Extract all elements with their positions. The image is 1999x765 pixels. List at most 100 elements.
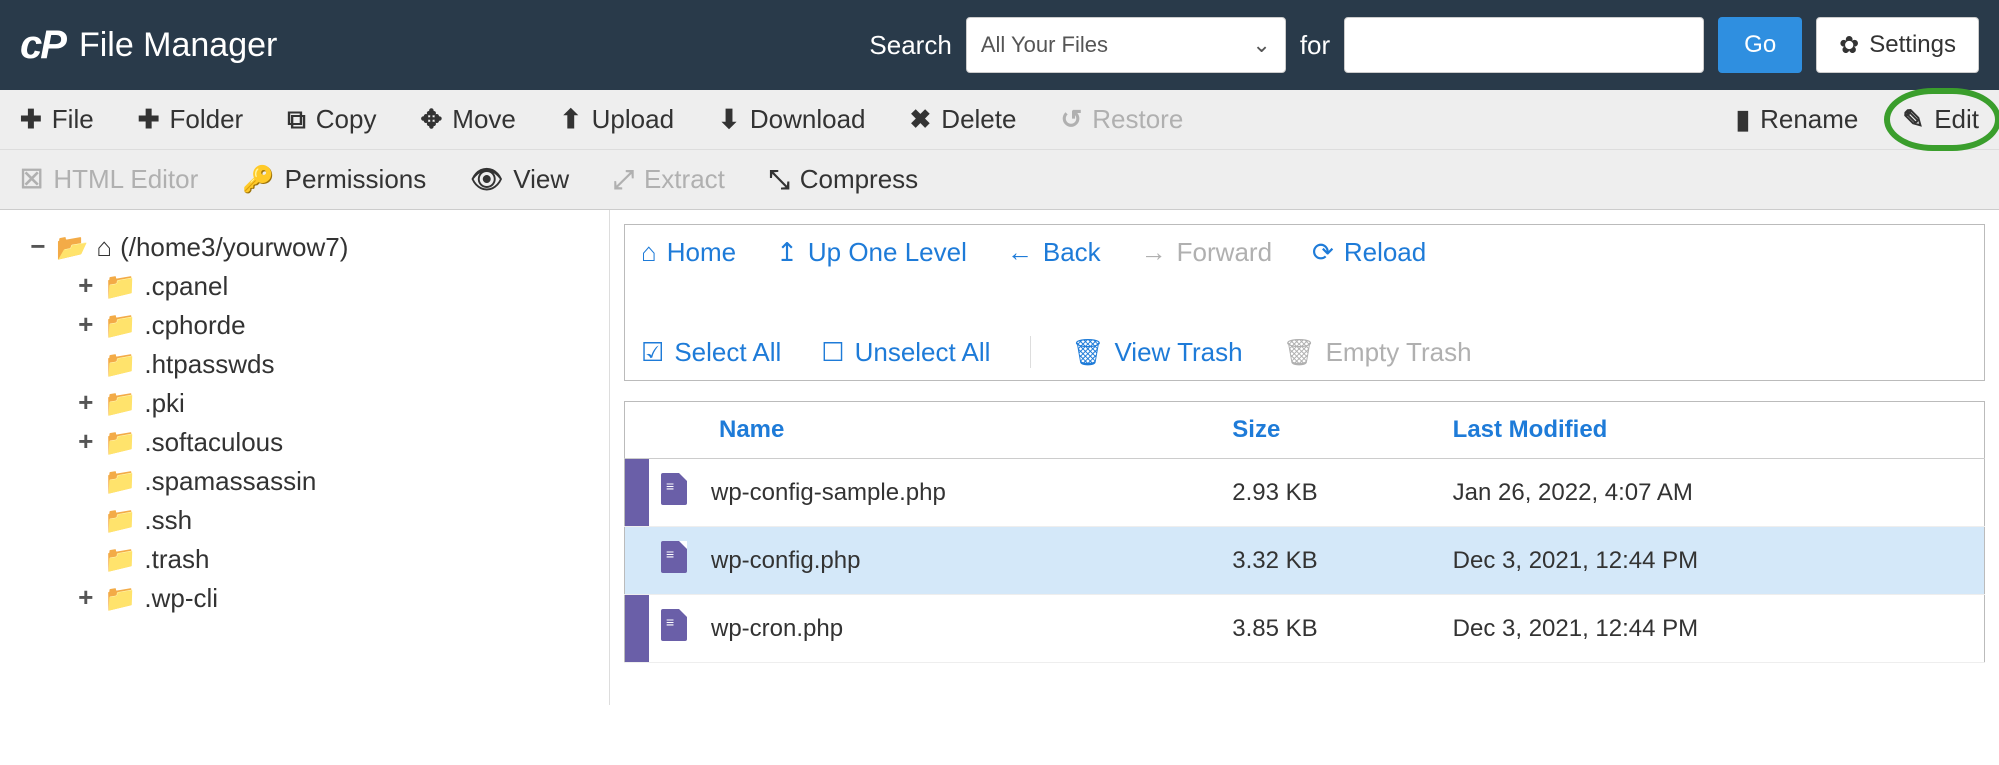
view-trash-button[interactable]: 🗑View Trash <box>1071 336 1242 368</box>
file-type-icon <box>649 595 699 663</box>
reload-button[interactable]: ⟳Reload <box>1312 237 1426 268</box>
upload-icon: ⬆ <box>560 104 582 135</box>
row-indicator <box>625 595 650 663</box>
table-row[interactable]: wp-config-sample.php2.93 KBJan 26, 2022,… <box>625 459 1985 527</box>
delete-button[interactable]: ✖Delete <box>908 100 1019 139</box>
extract-icon: ⤢ <box>613 164 634 196</box>
tree-item[interactable]: +📁.cpanel <box>78 267 599 306</box>
home-icon: ⌂ <box>96 232 112 263</box>
settings-button[interactable]: ✿ Settings <box>1816 17 1979 73</box>
expand-icon[interactable]: + <box>78 389 96 419</box>
edit-button[interactable]: ✎Edit <box>1900 100 1981 139</box>
cpanel-icon: cP <box>20 23 65 68</box>
search-label: Search <box>869 30 951 61</box>
select-all-button[interactable]: ☑Select All <box>641 336 781 368</box>
tree-item[interactable]: 📁 .htpasswds <box>78 345 599 384</box>
gear-icon: ✿ <box>1839 31 1859 60</box>
up-one-level-button[interactable]: ↥Up One Level <box>776 237 967 268</box>
new-folder-button[interactable]: ✚Folder <box>136 100 246 139</box>
file-size-cell: 3.32 KB <box>1220 527 1440 595</box>
left-arrow-icon: ← <box>1007 237 1033 268</box>
expand-icon[interactable]: + <box>78 428 96 458</box>
rename-button[interactable]: ▮Rename <box>1734 100 1861 139</box>
tree-item-label: .cpanel <box>144 271 228 302</box>
expand-icon[interactable]: + <box>78 584 96 614</box>
compress-button[interactable]: ⤡Compress <box>767 160 920 200</box>
search-go-button[interactable]: Go <box>1718 17 1802 73</box>
search-input[interactable] <box>1344 17 1704 73</box>
move-button[interactable]: ✥Move <box>418 100 517 139</box>
search-for-label: for <box>1300 30 1330 61</box>
tree-item[interactable]: +📁.pki <box>78 384 599 423</box>
tree-item-label: .ssh <box>144 505 192 536</box>
toolbar-secondary: ☒HTML Editor 🔑Permissions 👁View ⤢Extract… <box>0 150 1999 210</box>
view-button[interactable]: 👁View <box>468 160 571 199</box>
forward-button: →Forward <box>1141 237 1272 268</box>
restore-icon: ↺ <box>1060 104 1082 135</box>
file-name-cell: wp-cron.php <box>699 595 1220 663</box>
trash-icon: 🗑 <box>1071 337 1104 368</box>
settings-label: Settings <box>1869 31 1956 59</box>
file-icon: ▮ <box>1736 104 1750 135</box>
folder-icon: 📁 <box>104 505 136 536</box>
search-area: Search All Your Files ⌄ for Go ✿ Setting… <box>869 17 1979 73</box>
delete-icon: ✖ <box>910 104 932 135</box>
column-header-size[interactable]: Size <box>1220 402 1440 459</box>
new-file-button[interactable]: ✚File <box>18 100 96 139</box>
folder-icon: 📁 <box>104 349 136 380</box>
unselect-all-button[interactable]: ☐Unselect All <box>821 336 990 368</box>
copy-button[interactable]: ⧉Copy <box>285 100 378 140</box>
empty-trash-button: 🗑Empty Trash <box>1283 336 1472 368</box>
search-scope-value: All Your Files <box>981 32 1108 58</box>
file-panel: ⌂Home ↥Up One Level ←Back →Forward ⟳Relo… <box>610 210 1999 705</box>
file-name-cell: wp-config-sample.php <box>699 459 1220 527</box>
chevron-down-icon: ⌄ <box>1252 32 1270 58</box>
expand-icon[interactable]: + <box>78 272 96 302</box>
toolbar-primary: ✚File ✚Folder ⧉Copy ✥Move ⬆Upload ⬇Downl… <box>0 90 1999 150</box>
pencil-icon: ✎ <box>1902 104 1924 135</box>
app-title: File Manager <box>79 26 277 65</box>
tree-item[interactable]: 📁 .ssh <box>78 501 599 540</box>
tree-item-label: .htpasswds <box>144 349 274 380</box>
eye-icon: 👁 <box>470 164 503 195</box>
column-header-name[interactable]: Name <box>699 402 1220 459</box>
tree-item-label: .trash <box>144 544 209 575</box>
copy-icon: ⧉ <box>287 104 306 136</box>
home-button[interactable]: ⌂Home <box>641 237 736 268</box>
back-button[interactable]: ←Back <box>1007 237 1101 268</box>
app-logo: cP File Manager <box>20 23 277 68</box>
folder-icon: 📁 <box>104 427 136 458</box>
column-header-modified[interactable]: Last Modified <box>1441 402 1985 459</box>
tree-item-label: .spamassassin <box>144 466 316 497</box>
download-icon: ⬇ <box>718 104 740 135</box>
file-size-cell: 2.93 KB <box>1220 459 1440 527</box>
upload-button[interactable]: ⬆Upload <box>558 100 676 139</box>
header-bar: cP File Manager Search All Your Files ⌄ … <box>0 0 1999 90</box>
tree-item-label: .pki <box>144 388 184 419</box>
expand-icon[interactable]: + <box>78 311 96 341</box>
right-arrow-icon: → <box>1141 237 1167 268</box>
tree-item[interactable]: 📁 .trash <box>78 540 599 579</box>
key-icon: 🔑 <box>242 164 274 195</box>
file-type-icon <box>649 459 699 527</box>
folder-open-icon: 📂 <box>56 232 88 263</box>
trash-icon: 🗑 <box>1283 337 1316 368</box>
folder-icon: 📁 <box>104 310 136 341</box>
table-row[interactable]: wp-cron.php3.85 KBDec 3, 2021, 12:44 PM <box>625 595 1985 663</box>
table-row[interactable]: wp-config.php3.32 KBDec 3, 2021, 12:44 P… <box>625 527 1985 595</box>
row-indicator <box>625 527 650 595</box>
search-scope-select[interactable]: All Your Files ⌄ <box>966 17 1286 73</box>
tree-root[interactable]: − 📂 ⌂ (/home3/yourwow7) <box>30 228 599 267</box>
tree-item[interactable]: +📁.cphorde <box>78 306 599 345</box>
collapse-icon[interactable]: − <box>30 233 48 263</box>
tree-item[interactable]: 📁.spamassassin <box>78 462 599 501</box>
tree-item[interactable]: + 📁 .wp-cli <box>78 579 599 618</box>
navigation-bar: ⌂Home ↥Up One Level ←Back →Forward ⟳Relo… <box>624 224 1985 381</box>
tree-item-label: .wp-cli <box>144 583 218 614</box>
folder-icon: 📁 <box>104 544 136 575</box>
reload-icon: ⟳ <box>1312 237 1334 268</box>
tree-item[interactable]: +📁.softaculous <box>78 423 599 462</box>
permissions-button[interactable]: 🔑Permissions <box>240 160 428 199</box>
folder-icon: 📁 <box>104 583 136 614</box>
download-button[interactable]: ⬇Download <box>716 100 867 139</box>
